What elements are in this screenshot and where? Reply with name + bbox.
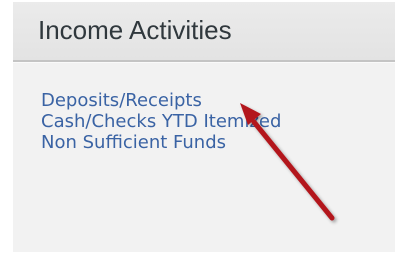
list-item: Cash/Checks YTD Itemized <box>41 111 281 132</box>
non-sufficient-funds-link[interactable]: Non Sufficient Funds <box>41 132 226 153</box>
cash-checks-ytd-itemized-link[interactable]: Cash/Checks YTD Itemized <box>41 111 281 132</box>
panel-header: Income Activities <box>13 2 395 62</box>
deposits-receipts-link[interactable]: Deposits/Receipts <box>41 90 202 111</box>
panel-title: Income Activities <box>38 15 232 45</box>
income-activities-panel: Income Activities Deposits/Receipts Cash… <box>13 2 395 252</box>
list-item: Non Sufficient Funds <box>41 132 281 153</box>
income-links-list: Deposits/Receipts Cash/Checks YTD Itemiz… <box>41 90 281 153</box>
list-item: Deposits/Receipts <box>41 90 281 111</box>
